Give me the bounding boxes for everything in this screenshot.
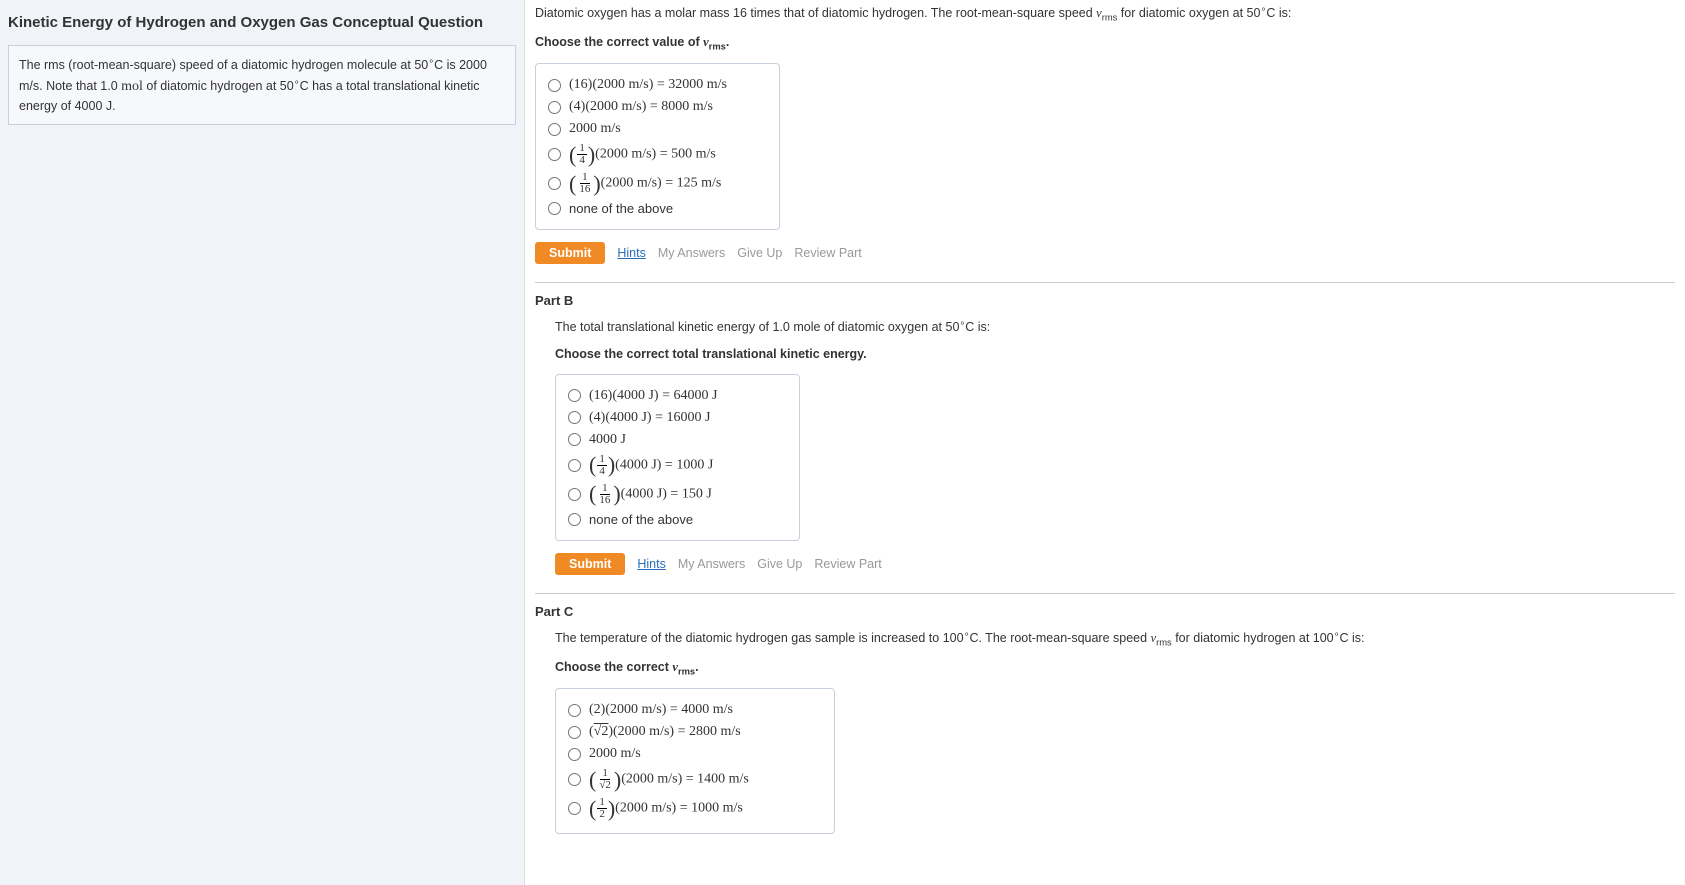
- my-answers-link[interactable]: My Answers: [658, 246, 725, 260]
- choice-label: (14)(4000 J) = 1000 J: [589, 454, 713, 477]
- info-box: The rms (root-mean-square) speed of a di…: [8, 45, 516, 125]
- choice-b4[interactable]: (14)(4000 J) = 1000 J: [568, 451, 787, 480]
- hints-link[interactable]: Hints: [617, 246, 645, 260]
- part-b-prompt: Choose the correct total translational k…: [555, 345, 1675, 364]
- part-c-choices: (2)(2000 m/s) = 4000 m/s (√2)(2000 m/s) …: [555, 688, 835, 834]
- give-up-link[interactable]: Give Up: [757, 557, 802, 571]
- part-c-label: Part C: [535, 604, 1675, 619]
- choice-label: (16)(2000 m/s) = 32000 m/s: [569, 77, 727, 93]
- radio-input[interactable]: [568, 488, 581, 501]
- part-c-prompt: Choose the correct vrms.: [555, 658, 1675, 679]
- choice-label: none of the above: [569, 201, 673, 216]
- radio-input[interactable]: [568, 748, 581, 761]
- choice-b6[interactable]: none of the above: [568, 509, 787, 530]
- choice-b1[interactable]: (16)(4000 J) = 64000 J: [568, 385, 787, 407]
- choice-c3[interactable]: 2000 m/s: [568, 743, 822, 765]
- choice-label: (16)(4000 J) = 64000 J: [589, 388, 717, 404]
- choice-a5[interactable]: (116)(2000 m/s) = 125 m/s: [548, 169, 767, 198]
- choice-a1[interactable]: (16)(2000 m/s) = 32000 m/s: [548, 74, 767, 96]
- my-answers-link[interactable]: My Answers: [678, 557, 745, 571]
- radio-input[interactable]: [568, 726, 581, 739]
- radio-input[interactable]: [548, 148, 561, 161]
- choice-a2[interactable]: (4)(2000 m/s) = 8000 m/s: [548, 96, 767, 118]
- choice-label: (4)(2000 m/s) = 8000 m/s: [569, 99, 713, 115]
- review-link[interactable]: Review Part: [814, 557, 881, 571]
- part-a-choices: (16)(2000 m/s) = 32000 m/s (4)(2000 m/s)…: [535, 63, 780, 230]
- choice-label: 4000 J: [589, 432, 626, 448]
- choice-label: (2)(2000 m/s) = 4000 m/s: [589, 702, 733, 718]
- choice-label: (4)(4000 J) = 16000 J: [589, 410, 710, 426]
- choice-c1[interactable]: (2)(2000 m/s) = 4000 m/s: [568, 699, 822, 721]
- divider: [535, 282, 1675, 283]
- radio-input[interactable]: [568, 513, 581, 526]
- radio-input[interactable]: [568, 802, 581, 815]
- choice-c5[interactable]: (12)(2000 m/s) = 1000 m/s: [568, 794, 822, 823]
- part-b-actions: Submit Hints My Answers Give Up Review P…: [555, 553, 1675, 575]
- left-panel: Kinetic Energy of Hydrogen and Oxygen Ga…: [0, 0, 525, 885]
- part-a-intro: Diatomic oxygen has a molar mass 16 time…: [535, 2, 1675, 25]
- part-c-intro: The temperature of the diatomic hydrogen…: [555, 627, 1675, 650]
- choice-a6[interactable]: none of the above: [548, 198, 767, 219]
- radio-input[interactable]: [568, 773, 581, 786]
- radio-input[interactable]: [548, 79, 561, 92]
- part-b-choices: (16)(4000 J) = 64000 J (4)(4000 J) = 160…: [555, 374, 800, 541]
- radio-input[interactable]: [548, 202, 561, 215]
- choice-c2[interactable]: (√2)(2000 m/s) = 2800 m/s: [568, 721, 822, 743]
- choice-b2[interactable]: (4)(4000 J) = 16000 J: [568, 407, 787, 429]
- divider: [535, 593, 1675, 594]
- choice-label: (√2)(2000 m/s) = 2800 m/s: [589, 724, 741, 740]
- part-b-label: Part B: [535, 293, 1675, 308]
- choice-label: 2000 m/s: [569, 121, 621, 137]
- choice-label: none of the above: [589, 512, 693, 527]
- choice-a3[interactable]: 2000 m/s: [548, 118, 767, 140]
- choice-c4[interactable]: (1√2)(2000 m/s) = 1400 m/s: [568, 765, 822, 794]
- choice-b3[interactable]: 4000 J: [568, 429, 787, 451]
- submit-button[interactable]: Submit: [535, 242, 605, 264]
- part-a-actions: Submit Hints My Answers Give Up Review P…: [535, 242, 1675, 264]
- choice-b5[interactable]: (116)(4000 J) = 150 J: [568, 480, 787, 509]
- choice-label: (116)(4000 J) = 150 J: [589, 483, 712, 506]
- give-up-link[interactable]: Give Up: [737, 246, 782, 260]
- radio-input[interactable]: [548, 123, 561, 136]
- radio-input[interactable]: [568, 459, 581, 472]
- right-panel: Diatomic oxygen has a molar mass 16 time…: [525, 0, 1685, 885]
- hints-link[interactable]: Hints: [637, 557, 665, 571]
- radio-input[interactable]: [548, 101, 561, 114]
- part-b-intro: The total translational kinetic energy o…: [555, 316, 1675, 337]
- choice-label: (116)(2000 m/s) = 125 m/s: [569, 172, 721, 195]
- choice-label: (12)(2000 m/s) = 1000 m/s: [589, 797, 743, 820]
- choice-a4[interactable]: (14)(2000 m/s) = 500 m/s: [548, 140, 767, 169]
- radio-input[interactable]: [568, 704, 581, 717]
- radio-input[interactable]: [568, 389, 581, 402]
- question-title: Kinetic Energy of Hydrogen and Oxygen Ga…: [8, 14, 516, 31]
- review-link[interactable]: Review Part: [794, 246, 861, 260]
- radio-input[interactable]: [568, 433, 581, 446]
- choice-label: 2000 m/s: [589, 746, 641, 762]
- radio-input[interactable]: [548, 177, 561, 190]
- radio-input[interactable]: [568, 411, 581, 424]
- choice-label: (14)(2000 m/s) = 500 m/s: [569, 143, 716, 166]
- submit-button[interactable]: Submit: [555, 553, 625, 575]
- part-a-prompt: Choose the correct value of vrms.: [535, 33, 1675, 54]
- choice-label: (1√2)(2000 m/s) = 1400 m/s: [589, 768, 749, 791]
